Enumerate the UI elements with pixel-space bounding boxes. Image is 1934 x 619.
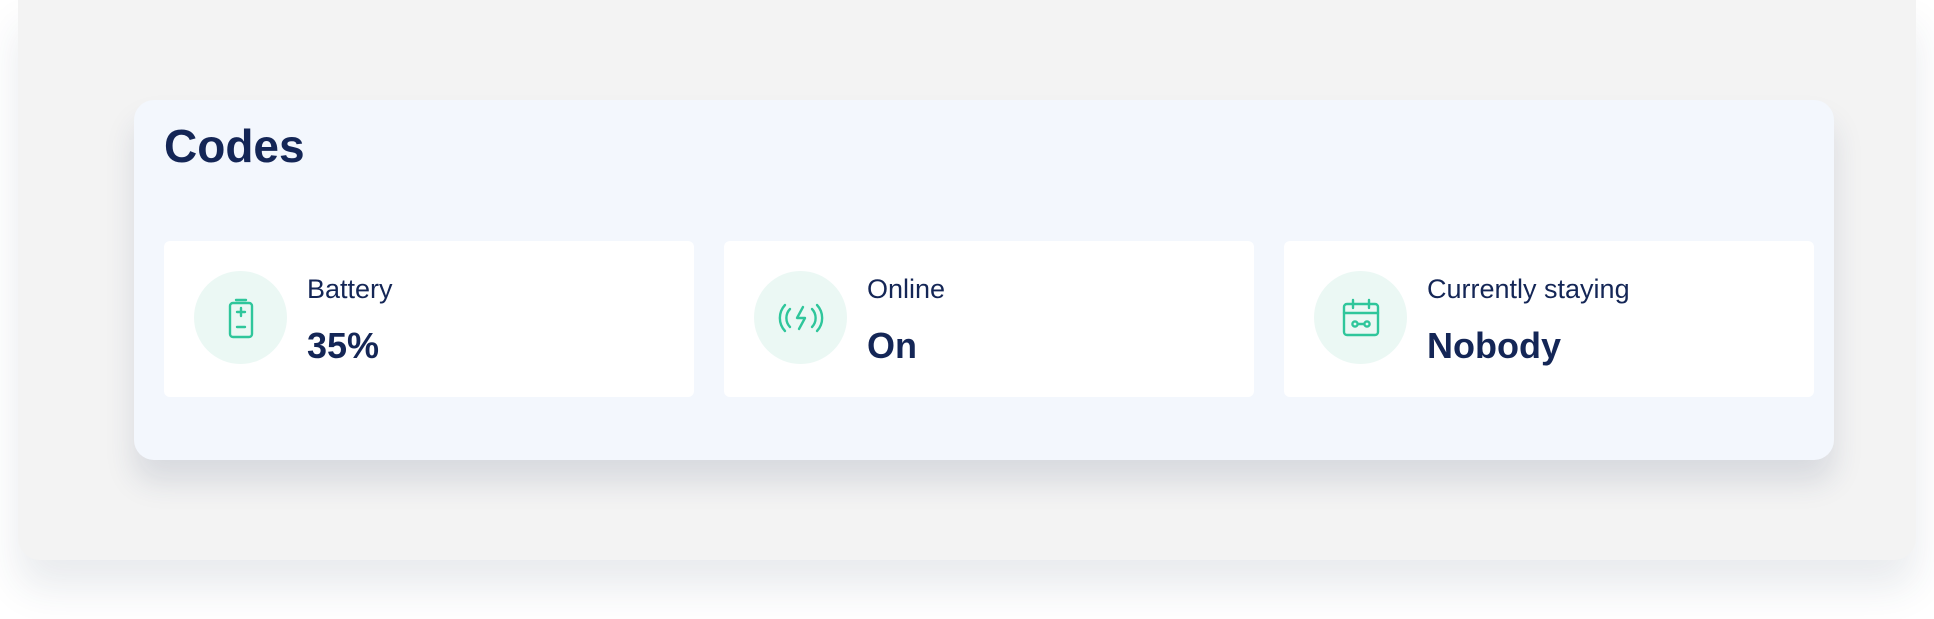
outer-frame: Codes Battery 35% Online On Currently st… xyxy=(18,0,1916,560)
currently-staying-value: Nobody xyxy=(1427,325,1561,366)
currently-staying-card: Currently staying Nobody xyxy=(1284,241,1814,397)
currently-staying-label: Currently staying xyxy=(1427,274,1630,304)
panel-title: Codes xyxy=(164,120,305,172)
online-card: Online On xyxy=(724,241,1254,397)
battery-label: Battery xyxy=(307,274,393,304)
battery-value: 35% xyxy=(307,325,380,366)
online-icon-badge xyxy=(754,271,847,364)
battery-icon xyxy=(228,298,253,338)
codes-panel: Codes Battery 35% Online On Currently st… xyxy=(134,100,1834,460)
online-label: Online xyxy=(867,274,946,304)
battery-icon-badge xyxy=(194,271,287,364)
online-value: On xyxy=(867,325,917,366)
calendar-icon xyxy=(1342,298,1379,336)
battery-card: Battery 35% xyxy=(164,241,694,397)
wireless-charging-icon xyxy=(778,303,823,332)
status-cards: Battery 35% Online On Currently staying … xyxy=(164,241,1814,397)
calendar-icon-badge xyxy=(1314,271,1407,364)
